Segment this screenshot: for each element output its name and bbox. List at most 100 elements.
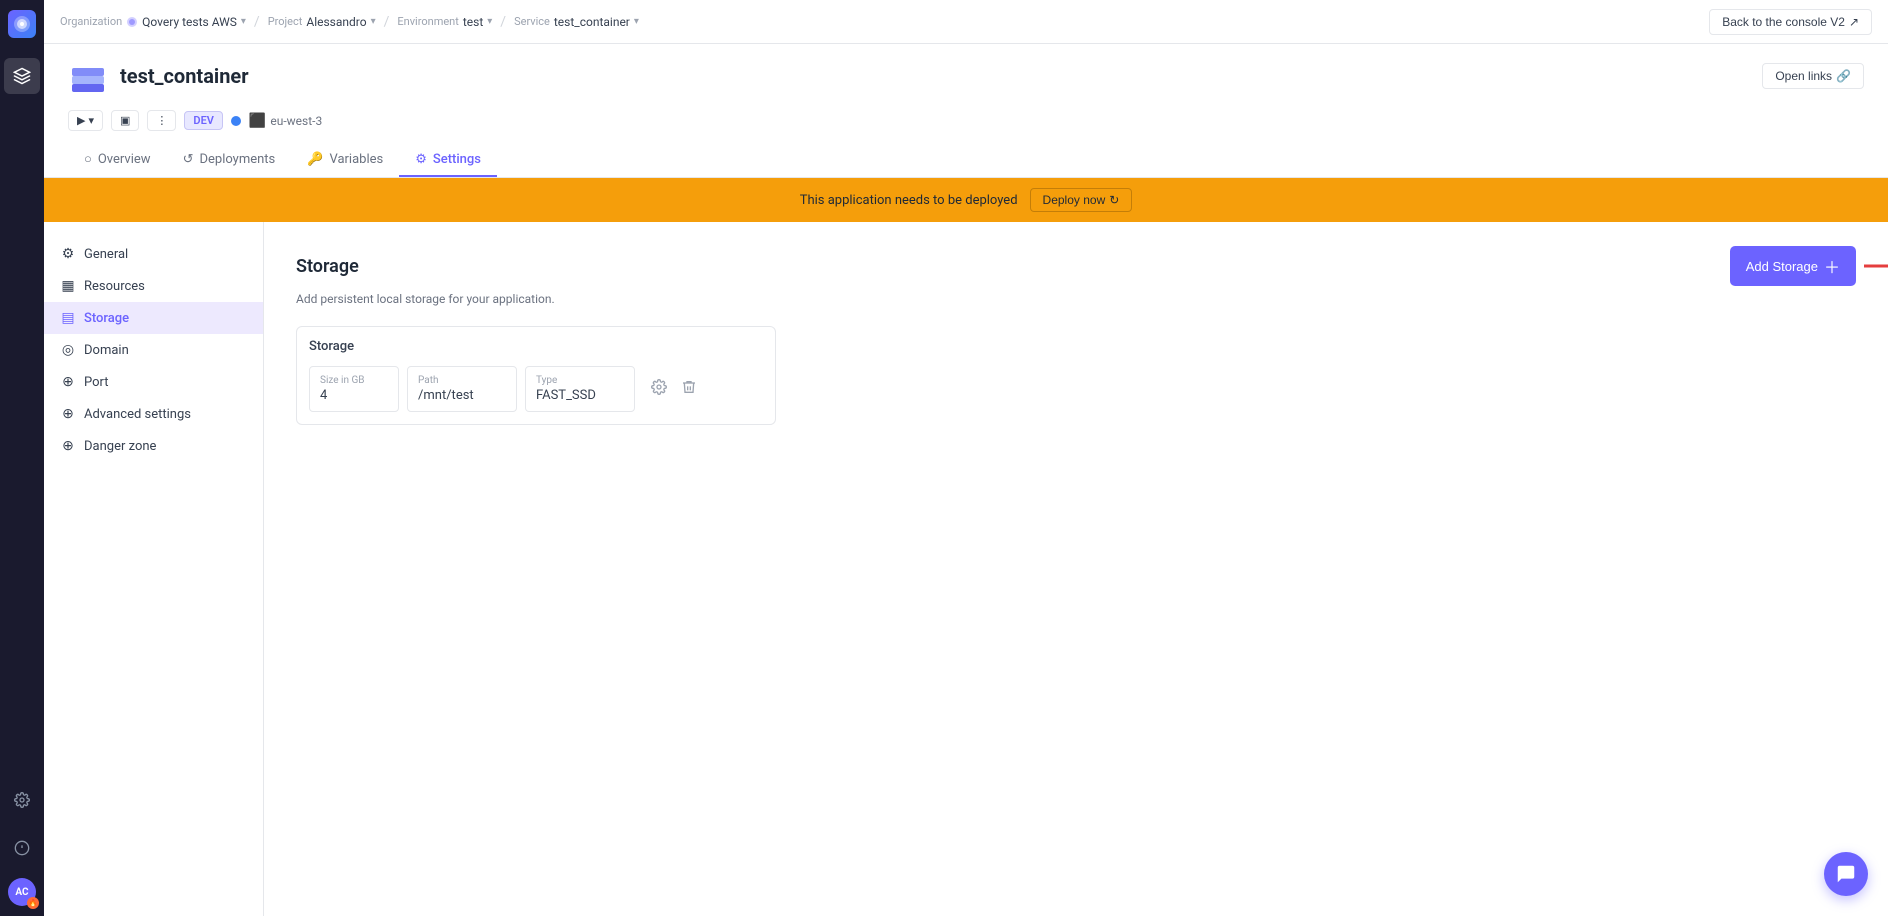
settings-tab-icon: ⚙: [415, 152, 427, 167]
svc-label: Service: [514, 15, 550, 28]
more-button[interactable]: ⋮: [147, 110, 176, 131]
sidebar-item-storage[interactable]: ▤ Storage: [44, 302, 263, 334]
overview-icon: ○: [84, 151, 92, 167]
nav-tabs: ○ Overview ↺ Deployments 🔑 Variables ⚙ S…: [68, 143, 1864, 177]
path-label: Path: [418, 375, 506, 386]
service-header: test_container Open links 🔗 ▶ ▾ ▣ ⋮ DEV: [44, 44, 1888, 178]
storage-header: Storage Add Storage ＋: [296, 246, 1856, 286]
content-area: ⚙ General ▦ Resources ▤ Storage ◎ Domain…: [44, 222, 1888, 916]
info-rail-icon[interactable]: [4, 830, 40, 866]
play-button[interactable]: ▶ ▾: [68, 110, 103, 131]
external-link-icon: ↗: [1849, 15, 1859, 29]
sidebar-layers-icon[interactable]: [4, 58, 40, 94]
storage-icon: ▤: [60, 310, 76, 326]
breadcrumb-service: Service test_container ▾: [514, 15, 639, 29]
domain-icon: ◎: [60, 342, 76, 358]
type-label: Type: [536, 375, 624, 386]
avatar[interactable]: AC 🔥: [8, 878, 36, 906]
settings-main: Storage Add Storage ＋ Add persiste: [264, 222, 1888, 916]
port-icon: ⊕: [60, 374, 76, 390]
field-actions: [647, 375, 701, 403]
org-chevron[interactable]: ▾: [241, 16, 246, 27]
tab-variables[interactable]: 🔑 Variables: [291, 143, 399, 177]
env-value[interactable]: test: [463, 15, 483, 29]
sep3: /: [500, 14, 506, 30]
sidebar-item-danger-zone[interactable]: ⊕ Danger zone: [44, 430, 263, 462]
service-controls: ▶ ▾ ▣ ⋮ DEV ⬛ eu-west-3: [68, 110, 322, 131]
sidebar-item-general[interactable]: ⚙ General: [44, 238, 263, 270]
env-chevron[interactable]: ▾: [487, 16, 492, 27]
tab-deployments[interactable]: ↺ Deployments: [167, 143, 292, 177]
sidebar-item-domain[interactable]: ◎ Domain: [44, 334, 263, 366]
org-label: Organization: [60, 15, 122, 28]
type-field: Type FAST_SSD: [525, 366, 635, 412]
storage-card-header: Storage: [309, 339, 763, 354]
org-icon: [126, 16, 138, 28]
service-title: test_container: [120, 64, 249, 88]
svc-chevron[interactable]: ▾: [634, 16, 639, 27]
size-field: Size in GB 4: [309, 366, 399, 412]
env-label: Environment: [397, 15, 458, 28]
sidebar-item-resources[interactable]: ▦ Resources: [44, 270, 263, 302]
link-icon: 🔗: [1836, 69, 1851, 83]
delete-storage-button[interactable]: [677, 375, 701, 403]
general-icon: ⚙: [60, 246, 76, 262]
svc-value[interactable]: test_container: [554, 15, 630, 29]
breadcrumb-environment: Environment test ▾: [397, 15, 492, 29]
dev-badge: DEV: [184, 111, 223, 130]
service-top-row: test_container Open links 🔗: [68, 56, 1864, 96]
red-arrow-icon: [1864, 256, 1888, 276]
chat-icon: [1835, 863, 1857, 885]
size-value: 4: [320, 388, 388, 403]
storage-card: Storage Size in GB 4 Path /mnt/test Type…: [296, 326, 776, 425]
fire-badge: 🔥: [27, 897, 39, 909]
play-icon: ▶: [77, 114, 85, 127]
logo-icon[interactable]: [8, 10, 36, 38]
settings-rail-icon[interactable]: [4, 782, 40, 818]
aws-icon: ⬛: [249, 113, 266, 129]
type-value: FAST_SSD: [536, 388, 624, 403]
topbar: Organization Qovery tests AWS ▾ / Projec…: [44, 0, 1888, 44]
storage-fields: Size in GB 4 Path /mnt/test Type FAST_SS…: [309, 366, 763, 412]
org-value[interactable]: Qovery tests AWS: [142, 15, 237, 29]
more-icon: ⋮: [156, 114, 167, 127]
add-storage-button[interactable]: Add Storage ＋: [1730, 246, 1856, 286]
service-icon: [68, 56, 108, 96]
tab-settings[interactable]: ⚙ Settings: [399, 143, 497, 177]
proj-value[interactable]: Alessandro: [306, 15, 366, 29]
play-chevron: ▾: [88, 114, 94, 127]
storage-description: Add persistent local storage for your ap…: [296, 292, 1856, 306]
danger-icon: ⊕: [60, 438, 76, 454]
chat-bubble-button[interactable]: [1824, 852, 1868, 896]
sidebar-item-port[interactable]: ⊕ Port: [44, 366, 263, 398]
open-links-button[interactable]: Open links 🔗: [1762, 63, 1864, 89]
size-label: Size in GB: [320, 375, 388, 386]
edit-storage-button[interactable]: [647, 375, 671, 403]
status-indicator: [231, 116, 241, 126]
advanced-icon: ⊕: [60, 406, 76, 422]
banner-message: This application needs to be deployed: [800, 193, 1018, 208]
terminal-icon: ▣: [120, 114, 130, 127]
breadcrumb-project: Project Alessandro ▾: [268, 15, 376, 29]
sidebar-item-advanced-settings[interactable]: ⊕ Advanced settings: [44, 398, 263, 430]
deploy-banner: This application needs to be deployed De…: [44, 178, 1888, 222]
main-area: Organization Qovery tests AWS ▾ / Projec…: [44, 0, 1888, 916]
add-icon: ＋: [1824, 254, 1840, 278]
variables-icon: 🔑: [307, 152, 323, 167]
storage-title: Storage: [296, 256, 359, 277]
deploy-now-button[interactable]: Deploy now ↻: [1030, 188, 1133, 212]
arrow-annotation: [1864, 256, 1888, 276]
sep1: /: [254, 14, 260, 30]
back-to-console-button[interactable]: Back to the console V2 ↗: [1709, 9, 1872, 35]
settings-sidebar: ⚙ General ▦ Resources ▤ Storage ◎ Domain…: [44, 222, 264, 916]
terminal-button[interactable]: ▣: [111, 110, 139, 131]
proj-chevron[interactable]: ▾: [371, 16, 376, 27]
path-field: Path /mnt/test: [407, 366, 517, 412]
path-value: /mnt/test: [418, 388, 506, 403]
tab-overview[interactable]: ○ Overview: [68, 143, 167, 177]
left-rail: AC 🔥: [0, 0, 44, 916]
proj-label: Project: [268, 15, 303, 28]
region-badge: ⬛ eu-west-3: [249, 113, 322, 129]
resources-icon: ▦: [60, 278, 76, 294]
breadcrumb-organization: Organization Qovery tests AWS ▾: [60, 15, 246, 29]
